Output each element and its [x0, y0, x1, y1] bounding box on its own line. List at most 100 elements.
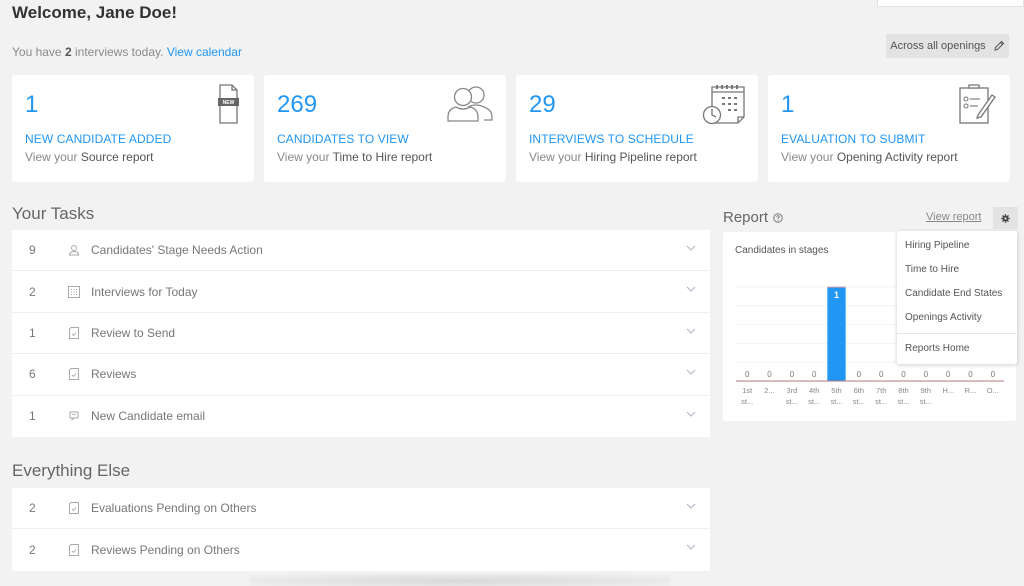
- x-tick-label: 2...: [764, 386, 774, 395]
- card-number: 269: [277, 91, 318, 118]
- card-subtitle: View your Opening Activity report: [781, 150, 958, 164]
- menu-divider: [897, 333, 1017, 334]
- task-row-evaluations-pending[interactable]: 2 Evaluations Pending on Others: [12, 488, 710, 530]
- x-tick-label: st...: [853, 397, 865, 406]
- everything-else-heading: Everything Else: [12, 461, 131, 480]
- evaluation-to-submit-card[interactable]: 1 EVALUATION TO SUBMIT View your Opening…: [768, 75, 1010, 182]
- users-icon: [447, 86, 493, 122]
- card-number: 1: [781, 91, 795, 118]
- chevron-down-icon[interactable]: [686, 244, 696, 252]
- x-tick-label: 7th: [876, 386, 886, 395]
- menu-item-candidate-end-states[interactable]: Candidate End States: [897, 281, 1017, 305]
- menu-item-openings-activity[interactable]: Openings Activity: [897, 305, 1017, 329]
- task-label: Interviews for Today: [91, 284, 198, 299]
- x-tick-label: 8th: [898, 386, 908, 395]
- task-label: Reviews: [91, 367, 137, 382]
- task-count: 2: [29, 284, 36, 299]
- person-icon: [64, 243, 84, 257]
- gear-icon: [1001, 213, 1010, 223]
- your-tasks-heading: Your Tasks: [12, 204, 95, 223]
- x-tick-label: H...: [942, 386, 954, 395]
- hiring-pipeline-report-link[interactable]: Hiring Pipeline report: [585, 150, 697, 164]
- task-count: 1: [29, 325, 36, 340]
- interviews-to-schedule-card[interactable]: 29 INTERVIEWS TO SCHEDULE View your Hiri…: [516, 75, 758, 182]
- interviews-summary: You have 2 interviews today. View calend…: [12, 45, 242, 59]
- card-title: EVALUATION TO SUBMIT: [781, 132, 926, 146]
- x-tick-label: O...: [987, 386, 999, 395]
- bar-value-label: 0: [946, 370, 951, 379]
- chevron-down-icon[interactable]: [686, 410, 696, 418]
- x-tick-label: 9th: [921, 386, 931, 395]
- card-number: 1: [25, 91, 39, 118]
- view-calendar-link[interactable]: View calendar: [167, 45, 242, 59]
- bar-value-label: 0: [790, 370, 795, 379]
- task-row-interviews-today[interactable]: 2 Interviews for Today: [12, 271, 710, 313]
- source-report-link[interactable]: Source report: [81, 150, 154, 164]
- task-count: 2: [29, 501, 36, 516]
- menu-item-hiring-pipeline[interactable]: Hiring Pipeline: [897, 233, 1017, 257]
- x-tick-label: st...: [875, 397, 887, 406]
- x-tick-label: 1st: [742, 386, 753, 395]
- opening-activity-report-link[interactable]: Opening Activity report: [837, 150, 958, 164]
- x-tick-label: 5th: [831, 386, 841, 395]
- bar-value-label: 0: [991, 370, 996, 379]
- bar-value-label: 0: [857, 370, 862, 379]
- task-label: New Candidate email: [91, 409, 206, 424]
- time-to-hire-report-link[interactable]: Time to Hire report: [333, 150, 433, 164]
- review-doc-icon: [64, 367, 84, 381]
- chevron-down-icon[interactable]: [686, 502, 696, 510]
- task-row-reviews[interactable]: 6 Reviews: [12, 354, 710, 396]
- task-label: Candidates' Stage Needs Action: [91, 243, 263, 258]
- report-heading: Report: [723, 209, 783, 226]
- task-count: 6: [29, 367, 36, 382]
- svg-text:NEW: NEW: [223, 100, 235, 106]
- task-row-reviews-pending[interactable]: 2 Reviews Pending on Others: [12, 529, 710, 570]
- calendar-clock-icon: [702, 85, 745, 125]
- bottom-shadow: [250, 574, 670, 586]
- task-label: Reviews Pending on Others: [91, 543, 240, 558]
- x-tick-label: 4th: [809, 386, 819, 395]
- review-doc-icon: [64, 543, 84, 557]
- task-row-review-to-send[interactable]: 1 Review to Send: [12, 313, 710, 355]
- chart-bar: [827, 287, 846, 381]
- top-right-panel: [877, 0, 1024, 7]
- task-count: 1: [29, 409, 36, 424]
- card-subtitle: View your Source report: [25, 150, 154, 164]
- pencil-icon: [994, 40, 1004, 51]
- chevron-down-icon[interactable]: [686, 368, 696, 376]
- bar-value-label: 0: [901, 370, 906, 379]
- x-tick-label: st...: [741, 397, 753, 406]
- task-count: 9: [29, 243, 36, 258]
- your-tasks-list: 9 Candidates' Stage Needs Action 2 Inter…: [12, 230, 710, 437]
- task-row-new-candidate-email[interactable]: 1 New Candidate email: [12, 396, 710, 437]
- card-title: NEW CANDIDATE ADDED: [25, 132, 172, 146]
- report-settings-button[interactable]: [993, 207, 1018, 229]
- help-icon[interactable]: [773, 212, 783, 223]
- x-tick-label: st...: [808, 397, 820, 406]
- card-subtitle: View your Hiring Pipeline report: [529, 150, 697, 164]
- x-tick-label: 3rd: [786, 386, 797, 395]
- menu-item-time-to-hire[interactable]: Time to Hire: [897, 257, 1017, 281]
- welcome-heading: Welcome, Jane Doe!: [12, 3, 178, 22]
- calendar-icon: [64, 285, 84, 299]
- clipboard-pencil-icon: [959, 84, 996, 124]
- x-tick-label: st...: [920, 397, 932, 406]
- interviews-count: 2: [64, 45, 72, 59]
- task-label: Review to Send: [91, 325, 176, 340]
- view-report-link[interactable]: View report: [926, 211, 981, 223]
- new-candidate-card[interactable]: 1 NEW CANDIDATE ADDED View your Source r…: [12, 75, 254, 182]
- bar-value-label: 0: [812, 370, 817, 379]
- chevron-down-icon[interactable]: [686, 543, 696, 551]
- bar-value-label: 0: [924, 370, 929, 379]
- card-subtitle: View your Time to Hire report: [277, 150, 433, 164]
- openings-filter-button[interactable]: Across all openings: [886, 34, 1009, 58]
- chevron-down-icon[interactable]: [686, 327, 696, 335]
- x-tick-label: R...: [965, 386, 977, 395]
- x-tick-label: 6th: [854, 386, 864, 395]
- bar-value-label: 0: [968, 370, 973, 379]
- task-row-stage-action[interactable]: 9 Candidates' Stage Needs Action: [12, 230, 710, 272]
- candidates-to-view-card[interactable]: 269 CANDIDATES TO VIEW View your Time to…: [264, 75, 506, 182]
- menu-item-reports-home[interactable]: Reports Home: [897, 336, 1017, 360]
- chevron-down-icon[interactable]: [686, 285, 696, 293]
- bar-value-label: 0: [745, 370, 750, 379]
